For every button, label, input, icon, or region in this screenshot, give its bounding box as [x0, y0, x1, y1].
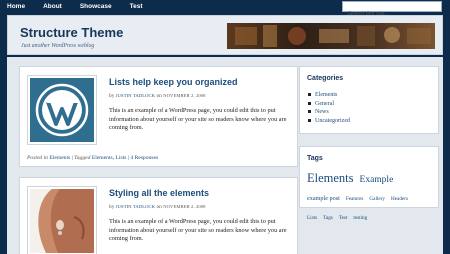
post-card: Styling all the elements by JUSTIN TADLO… [19, 177, 298, 254]
post-thumbnail[interactable] [27, 75, 97, 145]
byline-on: on [156, 93, 162, 99]
tag-link[interactable]: Elements [307, 171, 354, 185]
byline-by: by [109, 93, 115, 99]
tag-link[interactable]: Example [360, 175, 394, 185]
category-item[interactable]: Uncategorized [308, 117, 350, 126]
tag-link[interactable]: Test [339, 215, 348, 221]
tagged-label: Tagged [74, 155, 91, 161]
nav-item-home[interactable]: Home [7, 0, 25, 13]
byline-on: on [156, 204, 162, 210]
tags-title: Tags [307, 155, 323, 162]
post-tag-link[interactable]: Elements [92, 155, 113, 161]
post-author[interactable]: JUSTIN TADLOCK [116, 204, 155, 209]
tag-link[interactable]: testing [353, 215, 367, 221]
post-byline: by JUSTIN TADLOCK on NOVEMBER 2, 2008 [109, 204, 206, 210]
post-responses-link[interactable]: 4 Responses [130, 155, 158, 161]
categories-list: Elements General News Uncategorized [308, 91, 350, 125]
post-byline: by JUSTIN TADLOCK on NOVEMBER 2, 2008 [109, 93, 206, 99]
meta-separator: | [127, 155, 129, 161]
post-card: Lists help keep you organized by JUSTIN … [19, 66, 298, 167]
post-author[interactable]: JUSTIN TADLOCK [116, 93, 155, 98]
portrait-photo-icon [30, 189, 94, 253]
tag-link[interactable]: Gallery [369, 196, 385, 202]
post-date: NOVEMBER 2, 2008 [163, 93, 206, 98]
tag-link[interactable]: Headers [391, 196, 408, 202]
search-box [342, 1, 442, 19]
meta-separator: | [71, 155, 73, 161]
nav-item-showcase[interactable]: Showcase [80, 0, 112, 13]
wordpress-logo-icon [35, 83, 89, 137]
site-header: Structure Theme Just another WordPress w… [7, 15, 443, 55]
content-wrapper: Lists help keep you organized by JUSTIN … [7, 57, 443, 254]
post-tag-link[interactable]: Lists [115, 155, 126, 161]
post-thumbnail[interactable] [27, 186, 97, 254]
categories-title: Categories [307, 75, 344, 82]
site-tagline: Just another WordPress weblog [21, 43, 95, 49]
header-banner-image [227, 23, 435, 49]
site-title[interactable]: Structure Theme [20, 25, 123, 40]
tag-link[interactable]: Lists [307, 215, 317, 221]
nav-item-about[interactable]: About [43, 0, 62, 13]
category-item[interactable]: Elements [308, 91, 350, 100]
tag-cloud: Elements Example example post Features G… [307, 169, 435, 224]
nav-item-test[interactable]: Test [130, 0, 143, 13]
byline-by: by [109, 204, 115, 210]
post-excerpt: This is an example of a WordPress page, … [109, 107, 287, 132]
tags-widget: Tags Elements Example example post Featu… [299, 146, 439, 221]
posted-in-label: Posted in [27, 155, 48, 161]
top-navigation: Home About Showcase Test [0, 0, 450, 19]
post-date: NOVEMBER 2, 2008 [163, 204, 206, 209]
post-excerpt: This is an example of a WordPress page, … [109, 218, 287, 243]
nav-links: Home About Showcase Test [7, 0, 161, 13]
category-item[interactable]: General [308, 100, 350, 109]
tag-link[interactable]: Tags [323, 215, 333, 221]
tag-link[interactable]: Features [346, 196, 364, 202]
post-meta: Posted in Elements | Tagged Elements, Li… [27, 155, 159, 161]
tag-link[interactable]: example post [307, 195, 340, 202]
post-title[interactable]: Lists help keep you organized [109, 77, 238, 87]
category-item[interactable]: News [308, 108, 350, 117]
post-title[interactable]: Styling all the elements [109, 188, 209, 198]
post-category-link[interactable]: Elements [49, 155, 70, 161]
categories-widget: Categories Elements General News Uncateg… [299, 66, 439, 134]
